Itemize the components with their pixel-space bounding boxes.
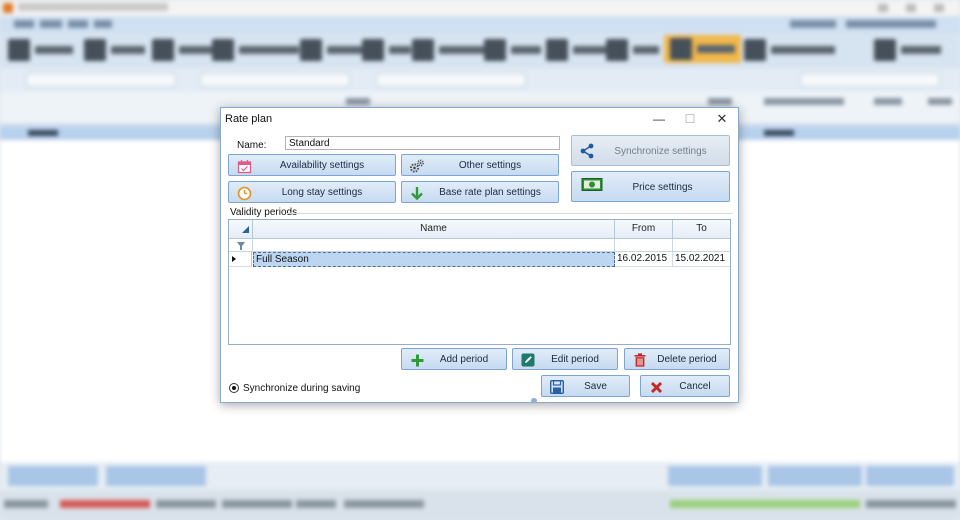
price-settings-label: Price settings	[632, 182, 693, 193]
add-period-label: Add period	[439, 354, 489, 365]
filter-icon	[237, 242, 245, 250]
long-stay-settings-label: Long stay settings	[281, 187, 363, 198]
validity-periods-grid: Name From To Full Season 16.02.2015 15.0…	[228, 219, 731, 345]
bg-status-bar	[0, 490, 960, 520]
cancel-label: Cancel	[679, 381, 711, 392]
trash-icon	[632, 352, 648, 368]
plus-icon	[409, 352, 425, 368]
table-row-name-cell[interactable]: Full Season	[253, 252, 615, 267]
minimize-button[interactable]: —	[644, 109, 674, 129]
rate-plan-dialog: Rate plan — ☐ ✕ Name: Availability setti…	[220, 107, 739, 403]
synchronize-during-saving-radio[interactable]	[229, 383, 239, 393]
delete-period-label: Delete period	[657, 354, 717, 365]
long-stay-settings-button[interactable]: Long stay settings	[228, 181, 396, 203]
delete-period-button[interactable]: Delete period	[624, 348, 730, 370]
maximize-button[interactable]: ☐	[675, 109, 705, 129]
dialog-resize-grip[interactable]	[531, 398, 537, 403]
x-icon	[648, 379, 664, 395]
calendar-icon	[236, 158, 252, 174]
bg-bottom-bar	[0, 462, 960, 490]
table-row-from-cell[interactable]: 16.02.2015	[615, 252, 673, 267]
edit-period-label: Edit period	[551, 354, 599, 365]
gears-icon	[409, 158, 425, 174]
base-rate-plan-settings-label: Base rate plan settings	[439, 187, 541, 198]
current-row-arrow-icon	[232, 256, 236, 262]
grid-corner	[229, 220, 253, 239]
filter-from-cell[interactable]	[615, 239, 673, 252]
clock-icon	[236, 185, 252, 201]
column-header-name[interactable]: Name	[253, 220, 615, 239]
name-label: Name:	[237, 140, 267, 151]
filter-icon-cell[interactable]	[229, 239, 253, 252]
bg-menu-bar	[0, 16, 960, 32]
synchronize-settings-label: Synchronize settings	[614, 146, 707, 157]
filter-to-cell[interactable]	[673, 239, 730, 252]
arrow-down-icon	[409, 185, 425, 201]
save-label: Save	[584, 381, 607, 392]
floppy-icon	[549, 379, 565, 395]
other-settings-label: Other settings	[458, 160, 522, 171]
base-rate-plan-settings-button[interactable]: Base rate plan settings	[401, 181, 559, 203]
bg-title-bar	[0, 0, 960, 16]
column-header-to[interactable]: To	[673, 220, 730, 239]
save-button[interactable]: Save	[541, 375, 630, 397]
dialog-title: Rate plan	[225, 113, 273, 125]
other-settings-button[interactable]: Other settings	[401, 154, 559, 176]
pencil-icon	[520, 352, 536, 368]
cancel-button[interactable]: Cancel	[640, 375, 730, 397]
price-settings-button[interactable]: Price settings	[571, 171, 730, 202]
bg-toolbar	[0, 32, 960, 68]
filter-name-cell[interactable]	[253, 239, 615, 252]
column-header-from[interactable]: From	[615, 220, 673, 239]
synchronize-settings-button[interactable]: Synchronize settings	[571, 135, 730, 166]
share-icon	[579, 143, 595, 159]
row-indicator[interactable]	[229, 252, 252, 267]
availability-settings-label: Availability settings	[279, 160, 365, 171]
validity-periods-divider	[287, 213, 733, 214]
availability-settings-button[interactable]: Availability settings	[228, 154, 396, 176]
synchronize-during-saving-label: Synchronize during saving	[243, 383, 361, 394]
add-period-button[interactable]: Add period	[401, 348, 507, 370]
bg-filter-bar	[0, 68, 960, 92]
name-input[interactable]	[285, 136, 560, 150]
edit-period-button[interactable]: Edit period	[512, 348, 618, 370]
table-row-to-cell[interactable]: 15.02.2021	[673, 252, 730, 267]
close-button[interactable]: ✕	[707, 109, 737, 129]
